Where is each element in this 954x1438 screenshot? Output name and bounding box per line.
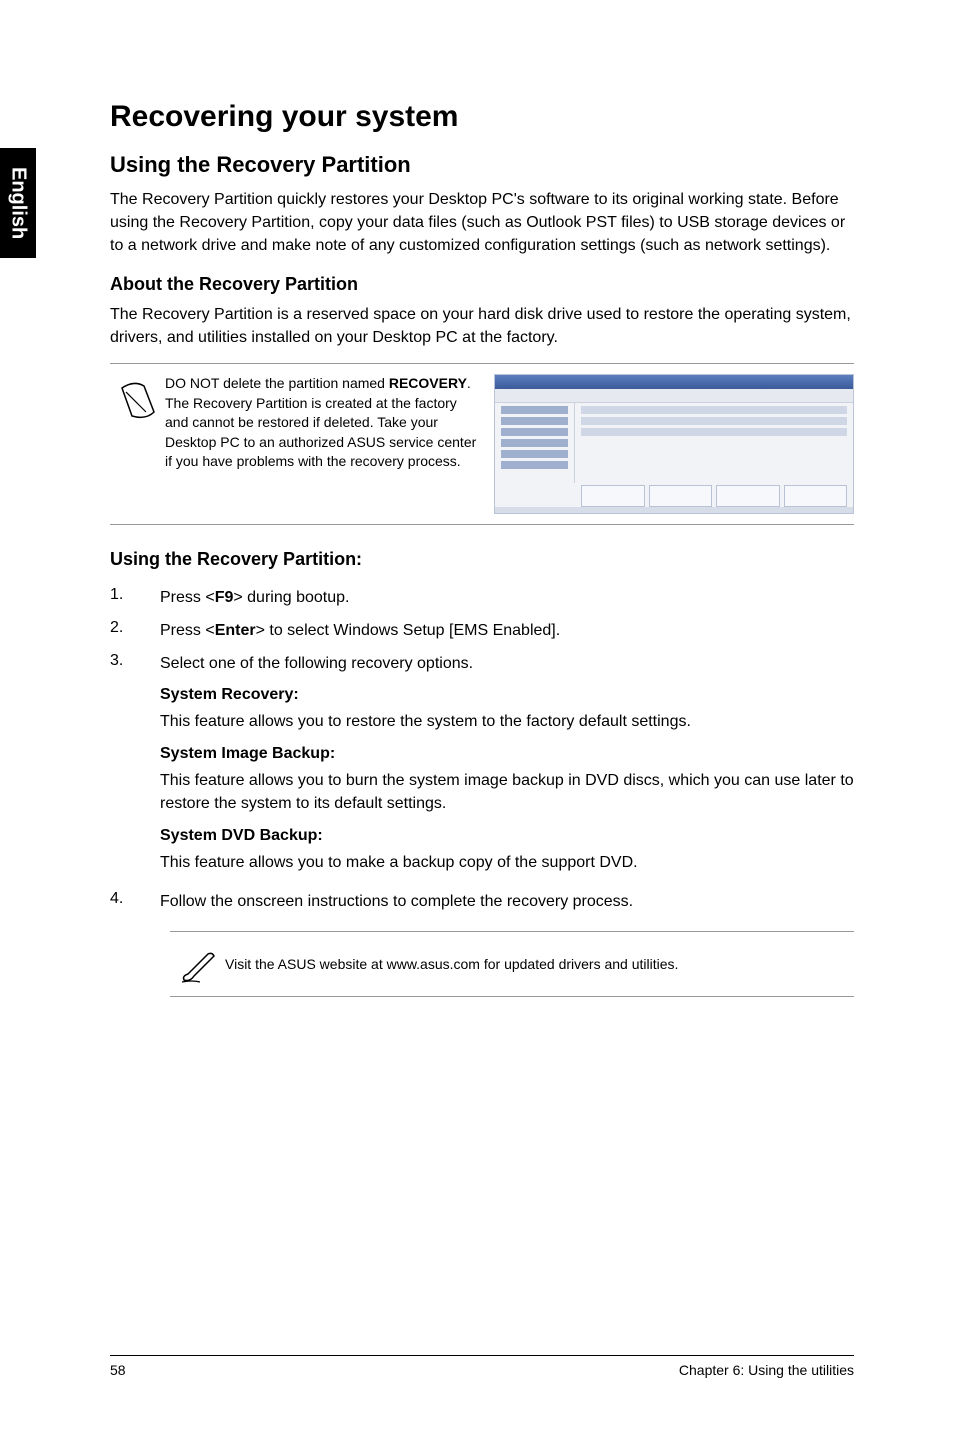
option-heading: System DVD Backup: [160,827,854,845]
warn-pre: DO NOT delete the partition named [165,375,389,391]
option-text: This feature allows you to burn the syst… [160,769,854,815]
s2-key: Enter [215,622,256,639]
step-text: Follow the onscreen instructions to comp… [160,890,854,913]
s2-post: > to select Windows Setup [EMS Enabled]. [256,622,561,639]
option-dvd-backup: System DVD Backup: This feature allows y… [160,827,854,874]
page-footer: 58 Chapter 6: Using the utilities [110,1355,854,1378]
step-text: Select one of the following recovery opt… [160,652,854,675]
language-tab: English [0,148,36,258]
warn-bold: RECOVERY [389,375,467,391]
steps-list: 1. Press <F9> during bootup. 2. Press <E… [110,586,854,676]
s1-key: F9 [215,589,234,606]
step-number: 1. [110,586,160,609]
step-text: Press <Enter> to select Windows Setup [E… [160,619,854,642]
step-2: 2. Press <Enter> to select Windows Setup… [110,619,854,642]
step-number: 3. [110,652,160,675]
chapter-label: Chapter 6: Using the utilities [679,1362,854,1378]
page-number: 58 [110,1362,126,1378]
option-text: This feature allows you to restore the s… [160,710,854,733]
step-number: 4. [110,890,160,913]
using-heading: Using the Recovery Partition: [110,549,854,570]
steps-list-continued: 4. Follow the onscreen instructions to c… [110,890,854,913]
option-system-recovery: System Recovery: This feature allows you… [160,686,854,733]
option-heading: System Image Backup: [160,745,854,763]
s2-pre: Press < [160,622,215,639]
warning-text: DO NOT delete the partition named RECOVE… [165,374,494,472]
step-3: 3. Select one of the following recovery … [110,652,854,675]
info-note: Visit the ASUS website at www.asus.com f… [170,931,854,997]
page-heading: Recovering your system [110,100,854,134]
step-number: 2. [110,619,160,642]
section-heading: Using the Recovery Partition [110,152,854,178]
step-4: 4. Follow the onscreen instructions to c… [110,890,854,913]
s1-pre: Press < [160,589,215,606]
step-text: Press <F9> during bootup. [160,586,854,609]
subsection-heading: About the Recovery Partition [110,274,854,295]
step-1: 1. Press <F9> during bootup. [110,586,854,609]
disk-management-screenshot [494,374,854,514]
about-paragraph: The Recovery Partition is a reserved spa… [110,303,854,349]
warning-note: DO NOT delete the partition named RECOVE… [110,363,854,525]
option-heading: System Recovery: [160,686,854,704]
s1-post: > during bootup. [233,589,349,606]
option-text: This feature allows you to make a backup… [160,851,854,874]
option-image-backup: System Image Backup: This feature allows… [160,745,854,815]
pencil-note-icon [170,942,225,986]
intro-paragraph: The Recovery Partition quickly restores … [110,188,854,258]
info-note-text: Visit the ASUS website at www.asus.com f… [225,955,678,975]
hand-warning-icon [110,374,165,422]
